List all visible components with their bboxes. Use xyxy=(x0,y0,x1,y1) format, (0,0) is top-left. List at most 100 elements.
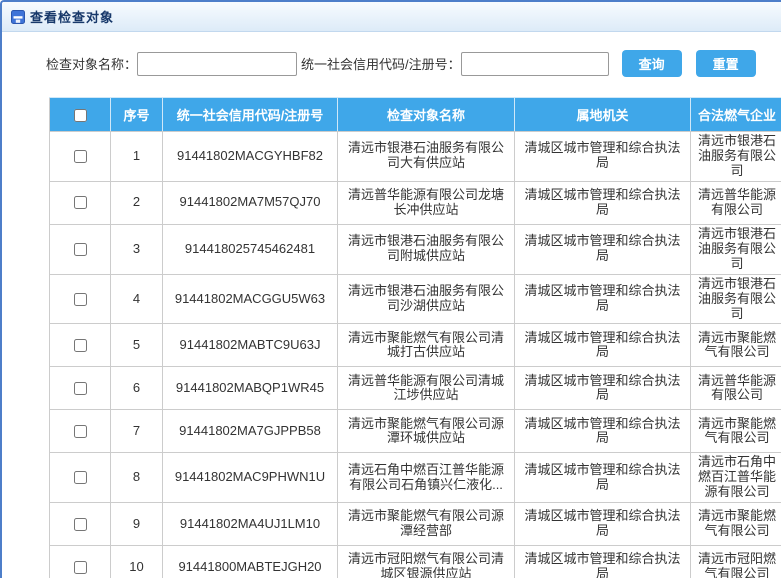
table-row: 10 91441800MABTEJGH20 清远市冠阳燃气有限公司清城区银源供应… xyxy=(50,546,781,578)
cell-name: 清远市聚能燃气有限公司源潭经营部 xyxy=(338,503,515,546)
row-checkbox[interactable] xyxy=(74,382,87,395)
row-checkbox[interactable] xyxy=(74,471,87,484)
cell-name: 清远普华能源有限公司清城江埗供应站 xyxy=(338,367,515,410)
cell-authority: 清城区城市管理和综合执法局 xyxy=(515,410,691,453)
row-checkbox-cell xyxy=(50,274,111,324)
cell-code: 91441802MACGYHBF82 xyxy=(163,132,338,182)
cell-authority: 清城区城市管理和综合执法局 xyxy=(515,274,691,324)
cell-index: 7 xyxy=(111,410,163,453)
table-row: 4 91441802MACGGU5W63 清远市银港石油服务有限公司沙湖供应站 … xyxy=(50,274,781,324)
view-inspection-objects-panel: 查看检查对象 检查对象名称： 统一社会信用代码/注册号： 查询 重置 序号 统一… xyxy=(0,0,781,578)
row-checkbox[interactable] xyxy=(74,425,87,438)
select-all-checkbox[interactable] xyxy=(74,109,87,122)
row-checkbox[interactable] xyxy=(74,518,87,531)
col-header-company: 合法燃气企业 xyxy=(691,98,781,132)
table-body: 1 91441802MACGYHBF82 清远市银港石油服务有限公司大有供应站 … xyxy=(50,132,781,578)
row-checkbox[interactable] xyxy=(74,243,87,256)
cell-company: 清远普华能源有限公司 xyxy=(691,181,781,224)
credit-code-input[interactable] xyxy=(461,52,609,76)
row-checkbox-cell xyxy=(50,324,111,367)
row-checkbox[interactable] xyxy=(74,150,87,163)
cell-authority: 清城区城市管理和综合执法局 xyxy=(515,181,691,224)
floppy-disk-icon xyxy=(11,10,25,24)
cell-index: 2 xyxy=(111,181,163,224)
cell-authority: 清城区城市管理和综合执法局 xyxy=(515,224,691,274)
table-row: 5 91441802MABTC9U63J 清远市聚能燃气有限公司清城打古供应站 … xyxy=(50,324,781,367)
cell-code: 91441802MABQP1WR45 xyxy=(163,367,338,410)
cell-code: 91441802MA7M57QJ70 xyxy=(163,181,338,224)
cell-name: 清远市冠阳燃气有限公司清城区银源供应站 xyxy=(338,546,515,578)
cell-company: 清远市聚能燃气有限公司 xyxy=(691,503,781,546)
table-row: 9 91441802MA4UJ1LM10 清远市聚能燃气有限公司源潭经营部 清城… xyxy=(50,503,781,546)
cell-code: 91441802MA4UJ1LM10 xyxy=(163,503,338,546)
object-name-input[interactable] xyxy=(137,52,297,76)
select-all-cell xyxy=(50,98,111,132)
cell-authority: 清城区城市管理和综合执法局 xyxy=(515,367,691,410)
row-checkbox-cell xyxy=(50,367,111,410)
cell-authority: 清城区城市管理和综合执法局 xyxy=(515,132,691,182)
row-checkbox-cell xyxy=(50,453,111,503)
row-checkbox-cell xyxy=(50,503,111,546)
cell-code: 91441802MAC9PHWN1U xyxy=(163,453,338,503)
cell-index: 8 xyxy=(111,453,163,503)
cell-company: 清远市银港石油服务有限公司 xyxy=(691,224,781,274)
inspection-objects-table: 序号 统一社会信用代码/注册号 检查对象名称 属地机关 合法燃气企业 1 914… xyxy=(49,97,781,578)
table-row: 2 91441802MA7M57QJ70 清远普华能源有限公司龙塘长冲供应站 清… xyxy=(50,181,781,224)
table-row: 3 914418025745462481 清远市银港石油服务有限公司附城供应站 … xyxy=(50,224,781,274)
table-row: 8 91441802MAC9PHWN1U 清远石角中燃百江普华能源有限公司石角镇… xyxy=(50,453,781,503)
cell-index: 5 xyxy=(111,324,163,367)
cell-company: 清远市聚能燃气有限公司 xyxy=(691,410,781,453)
row-checkbox[interactable] xyxy=(74,339,87,352)
search-form: 检查对象名称： 统一社会信用代码/注册号： 查询 重置 xyxy=(46,50,781,77)
cell-index: 9 xyxy=(111,503,163,546)
row-checkbox[interactable] xyxy=(74,293,87,306)
row-checkbox-cell xyxy=(50,224,111,274)
cell-index: 6 xyxy=(111,367,163,410)
cell-authority: 清城区城市管理和综合执法局 xyxy=(515,546,691,578)
cell-name: 清远市聚能燃气有限公司清城打古供应站 xyxy=(338,324,515,367)
cell-name: 清远市银港石油服务有限公司沙湖供应站 xyxy=(338,274,515,324)
cell-code: 91441802MA7GJPPB58 xyxy=(163,410,338,453)
cell-code: 91441802MACGGU5W63 xyxy=(163,274,338,324)
table-row: 1 91441802MACGYHBF82 清远市银港石油服务有限公司大有供应站 … xyxy=(50,132,781,182)
row-checkbox[interactable] xyxy=(74,561,87,574)
object-name-label: 检查对象名称： xyxy=(46,54,137,73)
row-checkbox[interactable] xyxy=(74,196,87,209)
cell-authority: 清城区城市管理和综合执法局 xyxy=(515,503,691,546)
cell-name: 清远市银港石油服务有限公司附城供应站 xyxy=(338,224,515,274)
row-checkbox-cell xyxy=(50,546,111,578)
col-header-code: 统一社会信用代码/注册号 xyxy=(163,98,338,132)
cell-company: 清远市石角中燃百江普华能源有限公司 xyxy=(691,453,781,503)
row-checkbox-cell xyxy=(50,181,111,224)
row-checkbox-cell xyxy=(50,132,111,182)
cell-authority: 清城区城市管理和综合执法局 xyxy=(515,324,691,367)
query-button[interactable]: 查询 xyxy=(622,50,682,77)
cell-code: 914418025745462481 xyxy=(163,224,338,274)
col-header-index: 序号 xyxy=(111,98,163,132)
cell-index: 4 xyxy=(111,274,163,324)
cell-code: 91441802MABTC9U63J xyxy=(163,324,338,367)
cell-company: 清远市银港石油服务有限公司 xyxy=(691,132,781,182)
cell-index: 1 xyxy=(111,132,163,182)
table-row: 7 91441802MA7GJPPB58 清远市聚能燃气有限公司源潭环城供应站 … xyxy=(50,410,781,453)
col-header-name: 检查对象名称 xyxy=(338,98,515,132)
table-row: 6 91441802MABQP1WR45 清远普华能源有限公司清城江埗供应站 清… xyxy=(50,367,781,410)
cell-name: 清远市银港石油服务有限公司大有供应站 xyxy=(338,132,515,182)
cell-authority: 清城区城市管理和综合执法局 xyxy=(515,453,691,503)
credit-code-label: 统一社会信用代码/注册号： xyxy=(301,54,461,73)
cell-company: 清远普华能源有限公司 xyxy=(691,367,781,410)
panel-titlebar: 查看检查对象 xyxy=(2,2,781,32)
cell-company: 清远市聚能燃气有限公司 xyxy=(691,324,781,367)
reset-button[interactable]: 重置 xyxy=(696,50,756,77)
cell-code: 91441800MABTEJGH20 xyxy=(163,546,338,578)
page-title: 查看检查对象 xyxy=(30,7,114,26)
cell-name: 清远石角中燃百江普华能源有限公司石角镇兴仁液化... xyxy=(338,453,515,503)
cell-company: 清远市冠阳燃气有限公司 xyxy=(691,546,781,578)
cell-name: 清远市聚能燃气有限公司源潭环城供应站 xyxy=(338,410,515,453)
cell-company: 清远市银港石油服务有限公司 xyxy=(691,274,781,324)
cell-index: 3 xyxy=(111,224,163,274)
cell-name: 清远普华能源有限公司龙塘长冲供应站 xyxy=(338,181,515,224)
row-checkbox-cell xyxy=(50,410,111,453)
cell-index: 10 xyxy=(111,546,163,578)
table-header-row: 序号 统一社会信用代码/注册号 检查对象名称 属地机关 合法燃气企业 xyxy=(50,98,781,132)
